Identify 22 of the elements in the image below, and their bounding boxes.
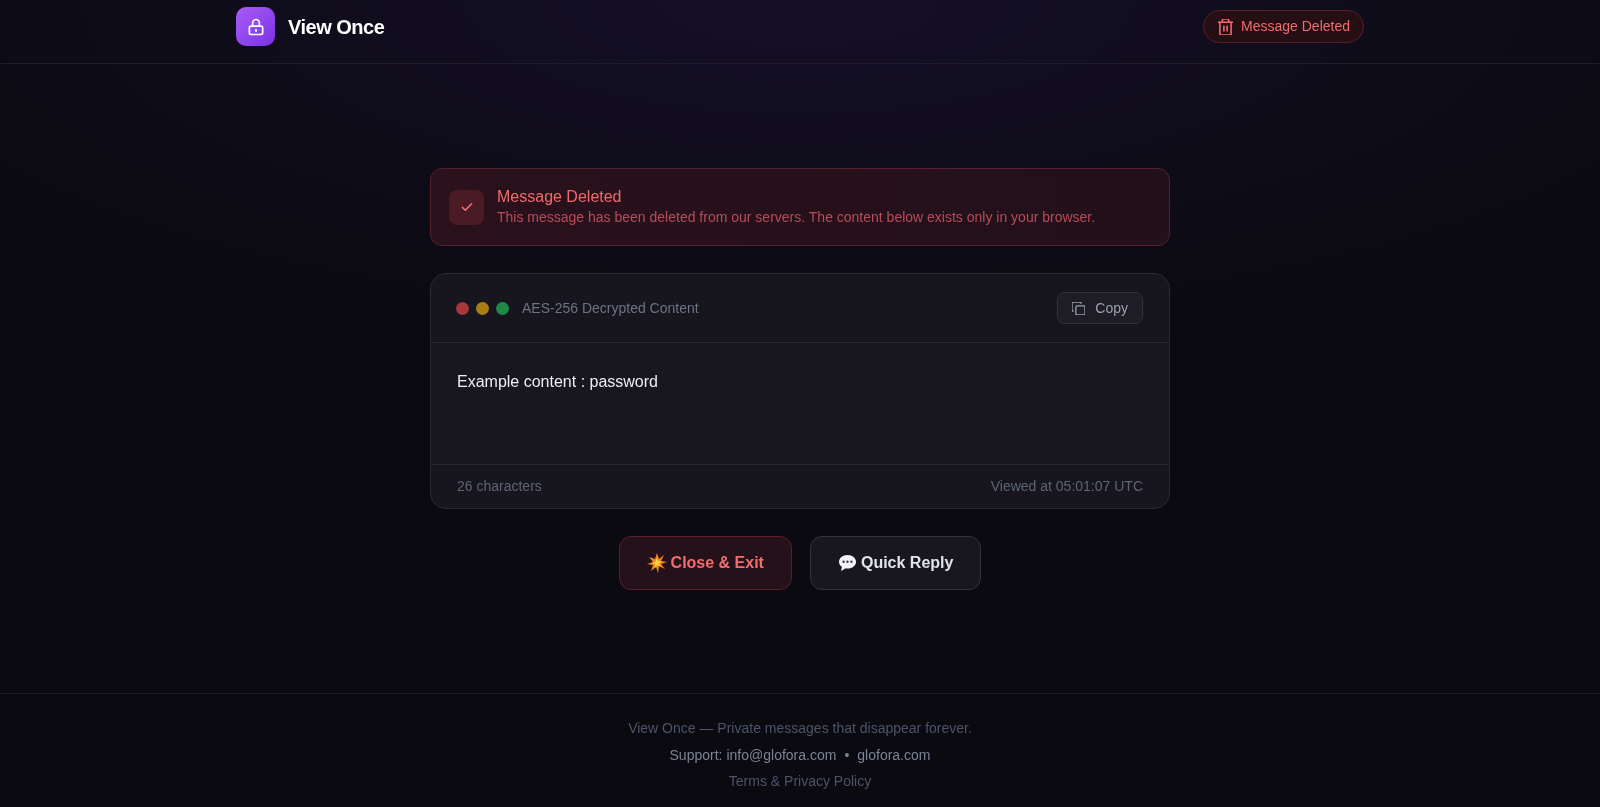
separator: • <box>844 745 850 765</box>
alert-text: This message has been deleted from our servers. The content below exists only in your browser. <box>497 208 1096 227</box>
close-exit-button[interactable]: Close & Exit <box>618 536 792 590</box>
explosion-icon <box>646 553 667 573</box>
message-content: Example content : password <box>457 373 658 390</box>
website-link[interactable]: glofora.com <box>857 744 931 765</box>
speech-bubble-icon <box>837 554 857 572</box>
trash-icon <box>1218 18 1234 35</box>
quick-reply-button[interactable]: Quick Reply <box>809 536 982 590</box>
viewed-timestamp: Viewed at 05:01:07 UTC <box>990 477 1143 496</box>
app-title: View Once <box>288 14 385 40</box>
alert-title: Message Deleted <box>497 187 623 207</box>
footer-tagline: View Once — Private messages that disappear forever. <box>628 719 972 738</box>
check-icon <box>449 189 484 225</box>
email-link[interactable]: info@glofora.com <box>726 744 837 765</box>
card-label: AES-256 Decrypted Content <box>522 298 699 318</box>
lock-icon <box>236 7 275 46</box>
badge-label: Message Deleted <box>1241 17 1350 36</box>
copy-icon <box>1072 301 1086 315</box>
character-count: 26 characters <box>457 477 542 496</box>
support-label: Support: <box>669 745 723 765</box>
copy-button[interactable]: Copy <box>1057 292 1143 324</box>
